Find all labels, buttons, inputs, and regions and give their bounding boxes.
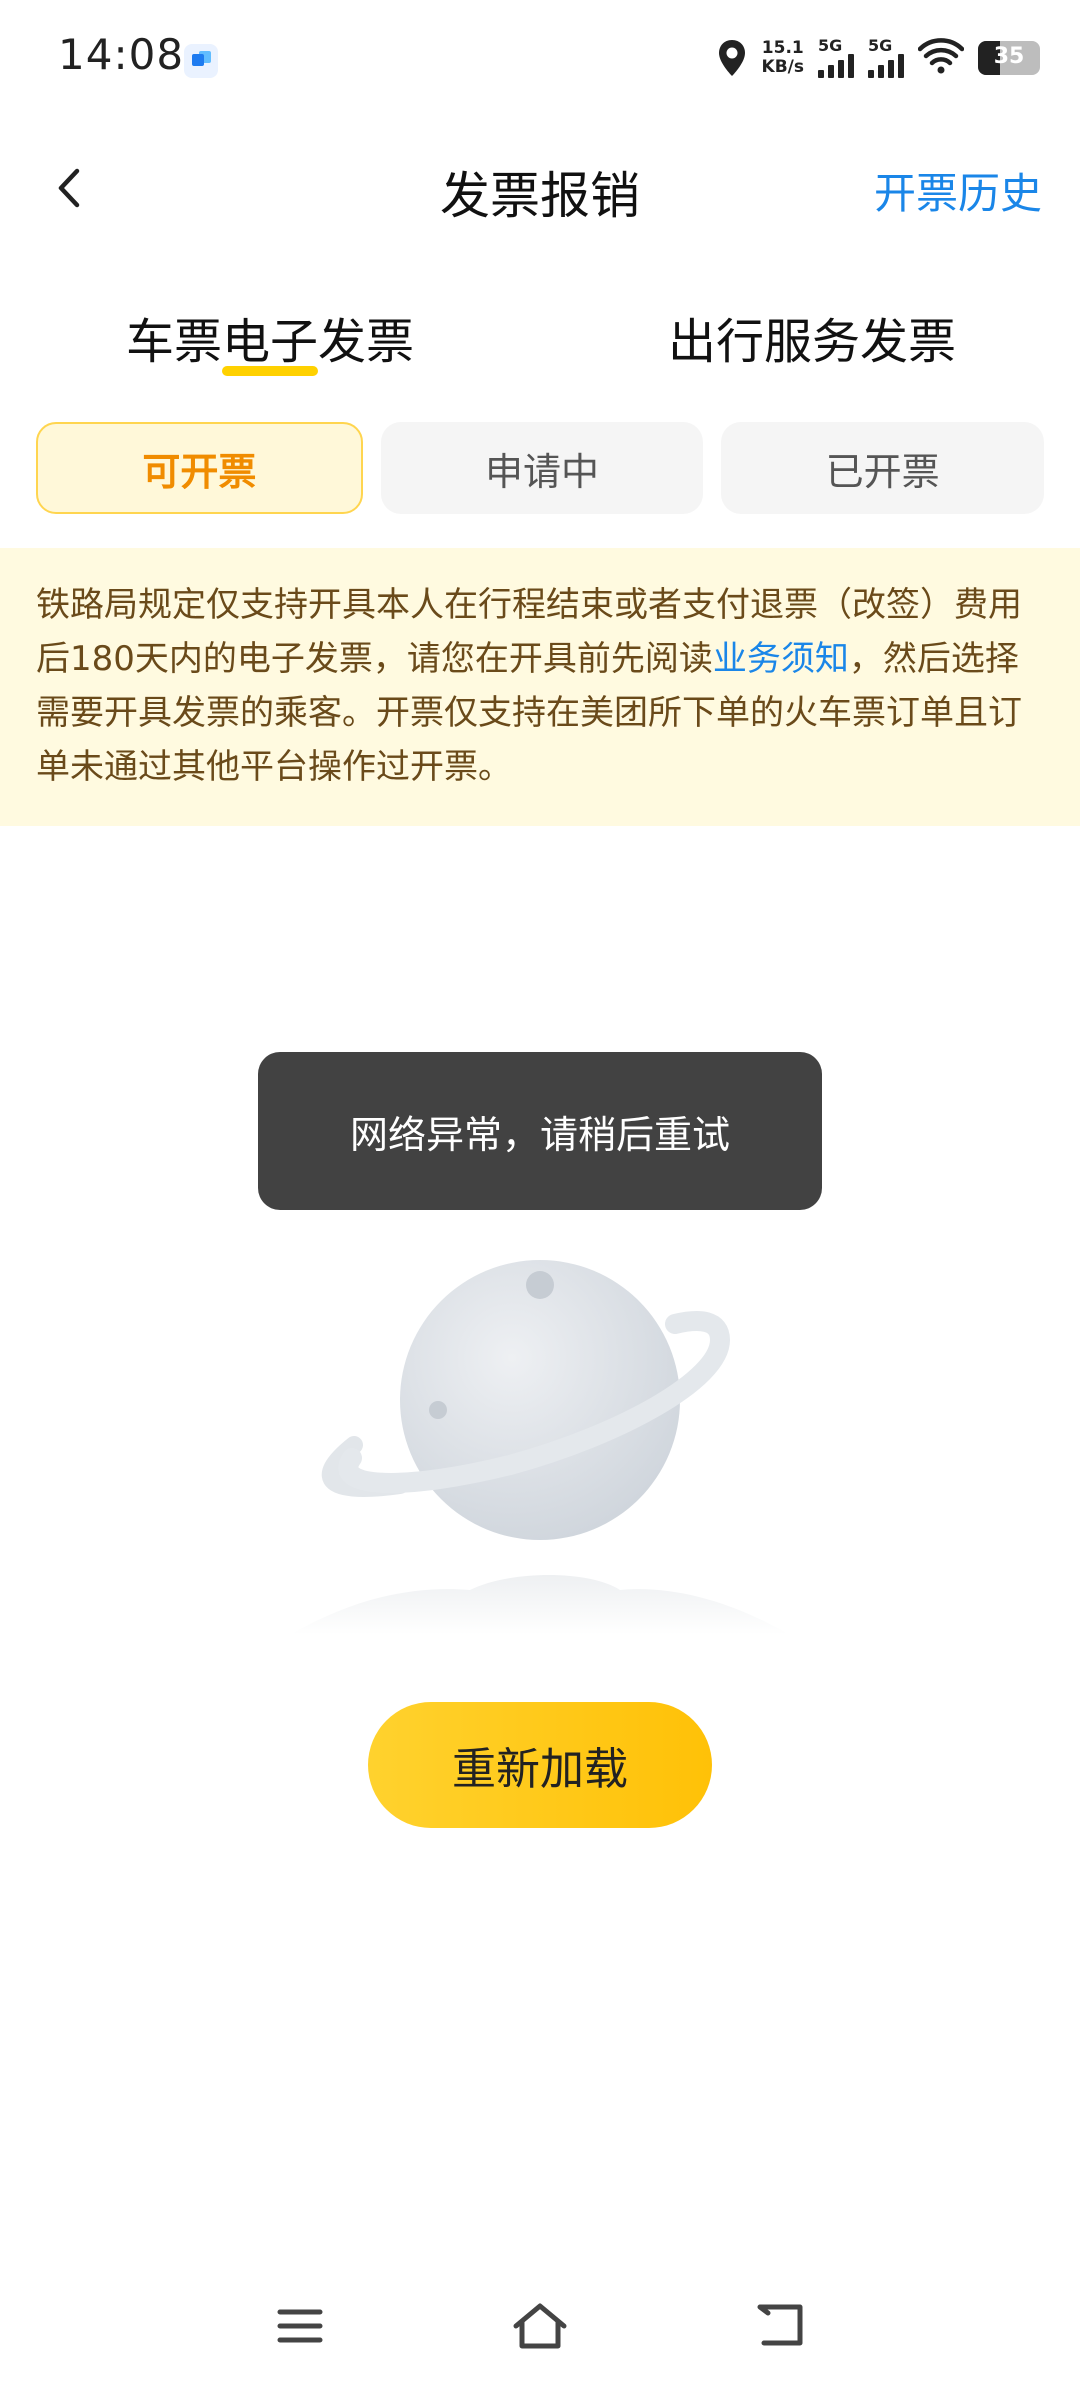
- filter-applying[interactable]: 申请中: [380, 422, 704, 514]
- signal-icon-2: 5G: [868, 38, 904, 78]
- wifi-icon: [917, 37, 965, 79]
- menu-icon: [277, 2309, 323, 2343]
- header: 发票报销 开票历史: [0, 118, 1080, 258]
- main-tabs: 车票电子发票 出行服务发票: [0, 290, 1080, 390]
- back-nav-button[interactable]: [744, 2294, 816, 2358]
- filter-invoiceable[interactable]: 可开票: [36, 422, 363, 514]
- status-filters: 可开票 申请中 已开票: [36, 422, 1045, 514]
- back-icon: [757, 2304, 803, 2346]
- home-icon: [513, 2303, 567, 2349]
- screen: 14:08 15.1 KB/s 5G 5G 35 发票报销 开票历史 车票电子发…: [0, 0, 1080, 2388]
- notice-banner: 铁路局规定仅支持开具本人在行程结束或者支付退票（改签）费用后180天内的电子发票…: [0, 548, 1080, 826]
- sim1-label: 5G: [818, 36, 843, 55]
- network-speed: 15.1 KB/s: [762, 39, 804, 77]
- system-nav-bar: [0, 2270, 1080, 2388]
- recent-apps-button[interactable]: [264, 2294, 336, 2358]
- battery-level: 35: [993, 44, 1025, 69]
- net-speed-value: 15.1: [761, 38, 804, 58]
- signal-icon: 5G: [818, 38, 854, 78]
- sim2-label: 5G: [868, 36, 893, 55]
- planet-illustration: [290, 1240, 790, 1660]
- active-tab-indicator: [222, 366, 318, 376]
- location-icon: [716, 38, 748, 78]
- notice-text: 铁路局规定仅支持开具本人在行程结束或者支付退票（改签）费用后180天内的电子发票…: [36, 578, 1044, 794]
- status-time: 14:08: [58, 30, 185, 79]
- net-speed-unit: KB/s: [761, 57, 804, 77]
- battery-icon: 35: [978, 41, 1040, 75]
- error-toast: 网络异常，请稍后重试: [258, 1052, 822, 1210]
- home-button[interactable]: [504, 2294, 576, 2358]
- app-notification-icon: [184, 44, 218, 78]
- tab-train-ticket-invoice[interactable]: 车票电子发票: [126, 302, 414, 372]
- reload-button[interactable]: 重新加载: [368, 1702, 712, 1828]
- business-notice-link[interactable]: 业务须知: [713, 639, 849, 679]
- filter-invoiced[interactable]: 已开票: [721, 422, 1045, 514]
- invoice-history-link[interactable]: 开票历史: [874, 160, 1042, 221]
- status-indicators: 15.1 KB/s 5G 5G 35: [716, 30, 1040, 86]
- tab-travel-service-invoice[interactable]: 出行服务发票: [668, 302, 956, 372]
- status-bar: 14:08 15.1 KB/s 5G 5G 35: [0, 0, 1080, 118]
